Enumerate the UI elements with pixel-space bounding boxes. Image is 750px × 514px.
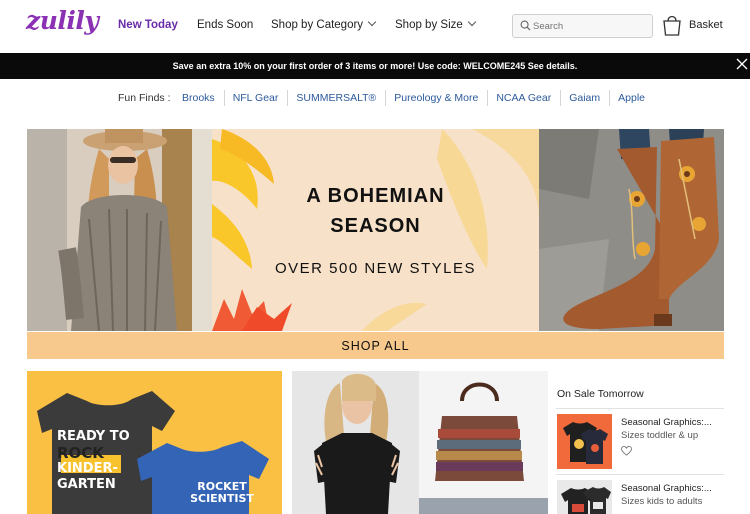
search-icon	[520, 20, 531, 31]
hero-title: A BOHEMIAN SEASON	[212, 181, 539, 241]
heart-icon[interactable]	[621, 446, 632, 456]
hero-title-line1: A BOHEMIAN	[306, 185, 445, 207]
sale-item-thumbnail	[557, 414, 612, 469]
basket-icon	[663, 15, 681, 36]
hero-banner[interactable]: A BOHEMIAN SEASON OVER 500 NEW STYLES SH…	[27, 129, 724, 359]
nav-new-today[interactable]: New Today	[118, 19, 178, 31]
chevron-down-icon	[367, 17, 377, 27]
on-sale-title: On Sale Tomorrow	[557, 388, 644, 400]
nav-ends-soon-label: Ends Soon	[197, 19, 254, 31]
promo-bar: Save an extra 10% on your first order of…	[0, 53, 750, 79]
site-header: zulily New Today Ends Soon Shop by Categ…	[0, 0, 750, 52]
shirt-text-line: ROCK	[57, 444, 104, 462]
basket-label: Basket	[689, 19, 723, 31]
fun-find-link[interactable]: NFL Gear	[227, 90, 289, 106]
nav-shop-by-size-label: Shop by Size	[395, 19, 463, 31]
nav-ends-soon[interactable]: Ends Soon	[197, 19, 253, 31]
fun-finds-links: Brooks NFL Gear SUMMERSALT® Pureology & …	[176, 90, 656, 106]
nav-new-today-label: New Today	[118, 19, 178, 31]
nav-shop-by-category[interactable]: Shop by Category	[271, 17, 377, 31]
hero-subtitle: OVER 500 NEW STYLES	[274, 260, 477, 277]
sale-item-desc: Sizes toddler & up	[621, 430, 699, 441]
search-input[interactable]	[533, 18, 649, 34]
kids-tees-card[interactable]: READY TO ROCK KINDER- GARTEN ROCKET SCIE…	[27, 371, 282, 514]
on-sale-tomorrow-panel: On Sale Tomorrow Seasonal Graphics:... S…	[556, 378, 724, 514]
hero-title-line2: SEASON	[330, 215, 421, 237]
fun-find-link[interactable]: Brooks	[176, 90, 225, 106]
hero-text-panel: A BOHEMIAN SEASON OVER 500 NEW STYLES	[212, 129, 539, 331]
sale-item[interactable]: Seasonal Graphics:... Sizes kids to adul…	[556, 474, 724, 514]
fun-finds-label: Fun Finds :	[118, 92, 171, 104]
sale-item-thumbnail	[557, 480, 612, 514]
shirt-text-line: GARTEN	[57, 477, 116, 492]
close-icon[interactable]	[736, 58, 748, 70]
hero-model-image	[27, 129, 212, 331]
fun-find-link[interactable]: Pureology & More	[388, 90, 489, 106]
fashion-bag-card[interactable]	[292, 371, 548, 514]
sale-item-name[interactable]: Seasonal Graphics:...	[621, 483, 712, 494]
fun-find-link[interactable]: NCAA Gear	[490, 90, 562, 106]
rocket-shirt-text: ROCKET SCIENTIST	[182, 481, 262, 505]
fun-find-link[interactable]: Apple	[612, 90, 654, 106]
sale-item-desc: Sizes kids to adults	[621, 496, 703, 507]
shirt-text-line: READY TO	[57, 429, 130, 444]
search-box[interactable]	[512, 14, 653, 38]
zulily-logo[interactable]: zulily	[26, 6, 99, 35]
promo-text[interactable]: Save an extra 10% on your first order of…	[0, 61, 750, 71]
shirt-text-line: SCIENTIST	[190, 492, 254, 505]
fun-finds-bar: Fun Finds : Brooks NFL Gear SUMMERSALT® …	[0, 88, 750, 108]
sale-item-name[interactable]: Seasonal Graphics:...	[621, 417, 712, 428]
basket-button[interactable]: Basket	[661, 13, 741, 39]
chevron-down-icon	[467, 17, 477, 27]
hero-boots-image	[539, 129, 724, 331]
nav-shop-by-size[interactable]: Shop by Size	[395, 17, 477, 31]
shirt-text-line: KINDER-	[57, 461, 118, 476]
sale-item[interactable]: Seasonal Graphics:... Sizes toddler & up	[556, 408, 724, 470]
shop-all-button[interactable]: SHOP ALL	[27, 332, 724, 359]
kindergarten-shirt-text: READY TO ROCK KINDER- GARTEN	[57, 429, 147, 493]
fun-find-link[interactable]: SUMMERSALT®	[290, 90, 387, 106]
fun-find-link[interactable]: Gaiam	[563, 90, 611, 106]
nav-shop-by-category-label: Shop by Category	[271, 19, 364, 31]
